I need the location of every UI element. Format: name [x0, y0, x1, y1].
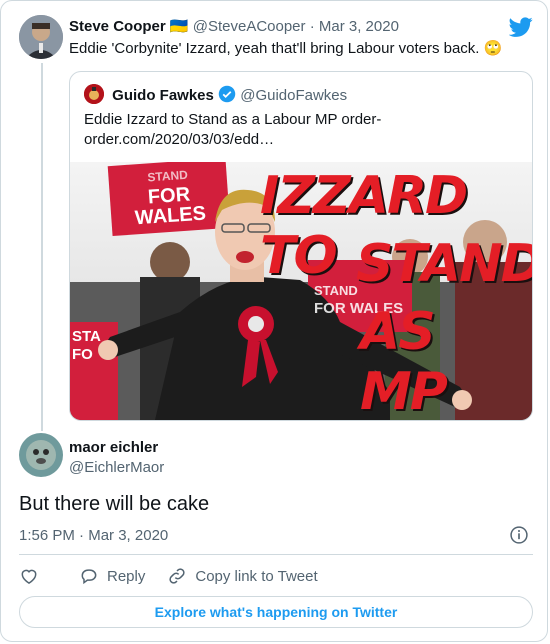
copy-link-label: Copy link to Tweet — [195, 567, 318, 585]
explore-button[interactable]: Explore what's happening on Twitter — [19, 596, 533, 628]
sign-3: STA FO — [72, 328, 101, 364]
reply-label: Reply — [107, 567, 146, 585]
action-bar: Reply Copy link to Tweet — [19, 566, 340, 586]
headline-line-2: STAND — [356, 234, 532, 294]
reply-author-name[interactable]: maor eichler — [69, 439, 158, 456]
reply-author-handle[interactable]: @EichlerMaor — [69, 459, 164, 476]
reply-timestamp[interactable]: 1:56 PM · Mar 3, 2020 — [19, 527, 168, 544]
rolling-eyes-emoji-icon: 🙄 — [483, 40, 503, 57]
heart-icon — [21, 569, 37, 584]
divider — [19, 554, 533, 555]
reply-time: 1:56 PM — [19, 527, 75, 544]
sign-1: STAND FOR WALES — [112, 162, 226, 230]
quote-header: Guido Fawkes @GuidoFawkes — [84, 84, 347, 104]
sign-3-line-2: FO — [72, 346, 93, 363]
reply-separator: · — [79, 527, 85, 544]
tweet-date[interactable]: Mar 3, 2020 — [319, 18, 399, 35]
separator: · — [309, 18, 315, 35]
quote-text: Eddie Izzard to Stand as a Labour MP ord… — [84, 111, 382, 148]
link-icon — [169, 568, 185, 584]
like-button[interactable] — [19, 566, 47, 586]
headline-line-3: AS MP — [360, 302, 448, 420]
info-icon[interactable] — [509, 525, 529, 545]
tweet-header: Steve Cooper 🇺🇦 @SteveACooper · Mar 3, 2… — [69, 17, 399, 35]
reply-avatar[interactable] — [19, 433, 63, 477]
ukraine-flag-icon: 🇺🇦 — [169, 18, 189, 35]
quote-image[interactable]: STAND FOR WALES STAND FOR WALES STA FO I… — [70, 162, 532, 420]
thread-line — [41, 63, 43, 431]
avatar[interactable] — [19, 15, 63, 59]
tweet-text: Eddie 'Corbynite' Izzard, yeah that'll b… — [69, 39, 502, 57]
tweet-body: Eddie 'Corbynite' Izzard, yeah that'll b… — [69, 40, 480, 57]
quoted-tweet[interactable]: Guido Fawkes @GuidoFawkes Eddie Izzard t… — [69, 71, 533, 421]
author-name[interactable]: Steve Cooper — [69, 18, 166, 35]
twitter-bird-icon[interactable] — [509, 15, 533, 39]
guido-logo-icon — [84, 84, 104, 104]
quote-avatar[interactable] — [84, 84, 104, 104]
sign-1-line-2: FOR WALES — [134, 183, 207, 230]
reply-button[interactable]: Reply — [79, 566, 145, 586]
reply-avatar-image — [19, 433, 63, 477]
sign-3-line-1: STA — [72, 328, 101, 345]
reply-date: Mar 3, 2020 — [88, 527, 169, 544]
avatar-image — [19, 15, 63, 59]
copy-link-button[interactable]: Copy link to Tweet — [167, 566, 318, 586]
tweet-card: Steve Cooper 🇺🇦 @SteveACooper · Mar 3, 2… — [0, 0, 548, 642]
verified-badge-icon — [218, 85, 236, 103]
quote-author-handle[interactable]: @GuidoFawkes — [240, 87, 347, 104]
quote-author-name[interactable]: Guido Fawkes — [112, 87, 214, 104]
reply-text: But there will be cake — [19, 493, 210, 515]
reply-bubble-icon — [81, 569, 97, 585]
author-handle[interactable]: @SteveACooper — [193, 18, 306, 35]
